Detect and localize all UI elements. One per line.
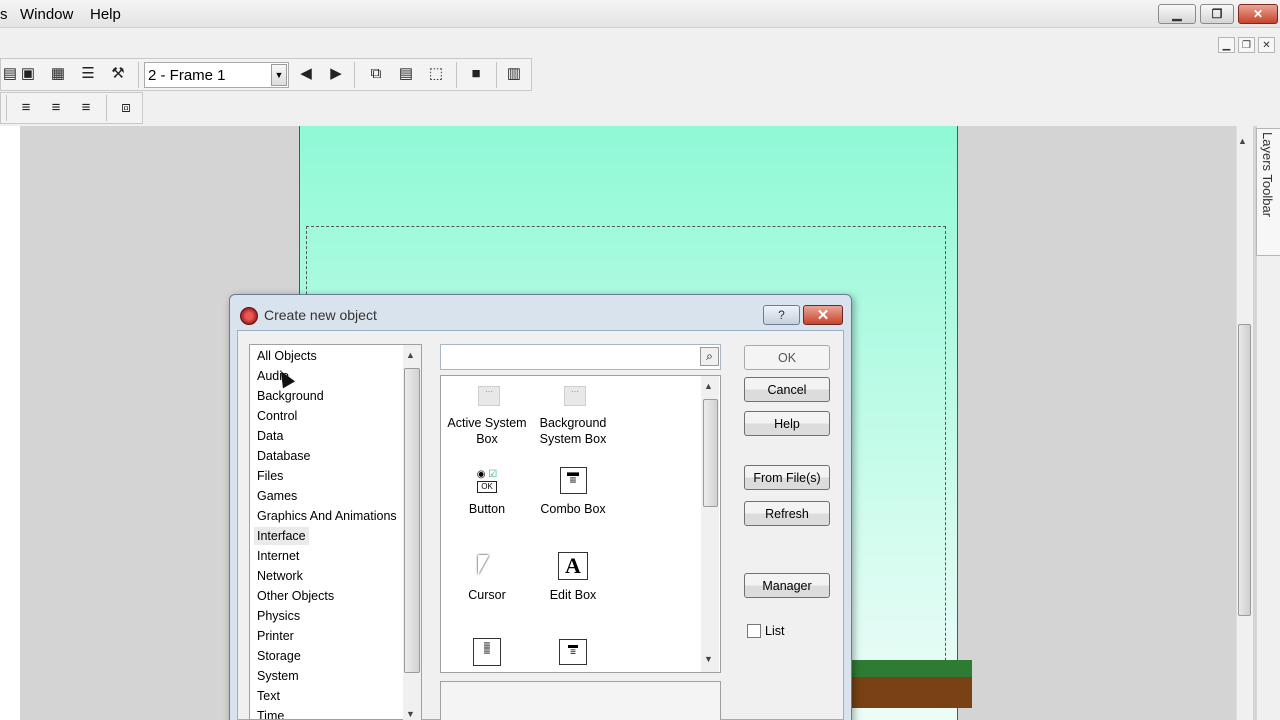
next-frame-icon[interactable]: ▶ <box>326 64 346 82</box>
object-grid-scroll-thumb[interactable] <box>703 399 718 507</box>
stop-icon[interactable]: ■ <box>466 64 486 82</box>
category-item[interactable]: All Objects <box>257 349 317 363</box>
restore-button[interactable]: ❐ <box>1200 4 1234 24</box>
menu-bar <box>0 28 1280 56</box>
dialog-help-button[interactable]: ? <box>763 305 800 325</box>
category-item[interactable]: Control <box>257 409 297 423</box>
previous-frame-icon[interactable]: ◀ <box>296 64 316 82</box>
scroll-down-arrow-icon[interactable]: ▼ <box>704 654 713 664</box>
refresh-button[interactable]: Refresh <box>744 501 830 526</box>
app-logo-icon <box>240 307 258 325</box>
toolbar-separator <box>354 62 355 88</box>
manager-button[interactable]: Manager <box>744 573 830 598</box>
object-label-line: Active System <box>447 416 527 430</box>
help-button[interactable]: Help <box>744 411 830 436</box>
object-label[interactable]: Active System Box <box>442 415 532 447</box>
mdi-restore-button[interactable]: ❐ <box>1238 37 1255 53</box>
frame-tool-2-icon[interactable]: ▤ <box>396 64 416 82</box>
category-item-selected[interactable]: Interface <box>254 527 309 545</box>
category-item[interactable]: Files <box>257 469 283 483</box>
list-view-label: List <box>765 624 785 638</box>
toolbar-separator <box>456 62 457 88</box>
frame-select[interactable]: 2 - Frame 1 <box>144 62 289 88</box>
toolbar-separator <box>138 62 139 88</box>
object-description-box <box>440 681 721 720</box>
editor-view-icon[interactable]: ▤ <box>0 64 20 82</box>
cursor-object-icon[interactable] <box>478 555 489 575</box>
category-item[interactable]: Database <box>257 449 311 463</box>
object-label-line: Background <box>539 416 607 430</box>
rich-edit-object-icon[interactable]: ▬ ≡ <box>558 638 588 666</box>
dialog-title: Create new object <box>264 307 377 323</box>
ok-button[interactable]: OK <box>744 345 830 370</box>
category-item[interactable]: Graphics And Animations <box>257 509 397 523</box>
category-item[interactable]: Games <box>257 489 297 503</box>
object-tools-icon[interactable]: ⚒ <box>108 64 128 82</box>
mdi-close-button[interactable]: ✕ <box>1258 37 1275 53</box>
active-system-box-icon[interactable]: ··· <box>474 382 504 410</box>
frame-tool-1-icon[interactable]: ⧉ <box>366 64 386 82</box>
cancel-button[interactable]: Cancel <box>744 377 830 402</box>
category-item[interactable]: Physics <box>257 609 300 623</box>
edit-box-icon[interactable]: A <box>558 552 588 580</box>
left-panel-strip <box>0 126 20 720</box>
toolbar-separator <box>496 62 497 88</box>
close-window-button[interactable]: ✕ <box>1238 4 1278 24</box>
object-label[interactable]: Edit Box <box>528 587 618 603</box>
category-item[interactable]: Text <box>257 689 280 703</box>
grid-view-icon[interactable]: ▦ <box>48 64 68 82</box>
button-object-icon[interactable]: ◉ ☑ OK <box>472 466 502 496</box>
category-item[interactable]: Storage <box>257 649 301 663</box>
frame-dropdown-arrow-icon[interactable]: ▼ <box>271 64 287 86</box>
category-item[interactable]: Printer <box>257 629 294 643</box>
list-object-icon[interactable]: ≡ ≡ <box>472 638 502 666</box>
align-left-icon[interactable]: ≡ <box>16 98 36 116</box>
list-view-checkbox[interactable] <box>747 624 761 638</box>
category-item[interactable]: Background <box>257 389 324 403</box>
fit-selection-icon[interactable]: ⧈ <box>116 98 136 116</box>
background-system-box-icon[interactable]: ··· <box>560 382 590 410</box>
scroll-down-arrow-icon[interactable]: ▼ <box>406 709 415 719</box>
scroll-up-arrow-icon[interactable]: ▲ <box>1238 136 1247 146</box>
layers-toolbar-label: Layers Toolbar <box>1260 132 1275 218</box>
category-item[interactable]: Data <box>257 429 283 443</box>
category-item[interactable]: Other Objects <box>257 589 334 603</box>
search-input[interactable] <box>440 344 721 370</box>
workspace-scroll-thumb[interactable] <box>1238 324 1251 616</box>
menu-window[interactable]: Window <box>20 6 73 23</box>
menu-item-fragment[interactable]: s <box>0 6 8 23</box>
from-files-button[interactable]: From File(s) <box>744 465 830 490</box>
ground-dirt-sprite[interactable] <box>852 677 972 708</box>
scroll-up-arrow-icon[interactable]: ▲ <box>704 381 713 391</box>
mdi-minimize-button[interactable]: ▁ <box>1218 37 1235 53</box>
toolbar-separator <box>6 95 7 121</box>
object-label[interactable]: Cursor <box>442 587 532 603</box>
category-scroll-thumb[interactable] <box>404 368 420 673</box>
combo-box-icon[interactable]: ▬ ≡ <box>558 466 588 494</box>
toolbar-separator <box>106 95 107 121</box>
object-label-line: System Box <box>539 432 607 446</box>
category-item[interactable]: Time <box>257 709 284 719</box>
list-view-icon[interactable]: ☰ <box>78 64 98 82</box>
category-list[interactable]: All Objects Audio Background Control Dat… <box>249 344 422 720</box>
search-icon[interactable]: ⌕ <box>700 347 719 366</box>
frame-editor-icon[interactable]: ▣ <box>18 64 38 82</box>
menu-help[interactable]: Help <box>90 6 121 23</box>
dialog-close-button[interactable]: ✕ <box>803 305 843 325</box>
object-label[interactable]: Combo Box <box>528 501 618 517</box>
object-label[interactable]: Background System Box <box>528 415 618 447</box>
ground-grass-sprite[interactable] <box>852 660 972 677</box>
frame-tool-3-icon[interactable]: ⬚ <box>426 64 446 82</box>
window-title-bar <box>0 0 1280 28</box>
object-label[interactable]: Button <box>442 501 532 517</box>
category-item[interactable]: Network <box>257 569 303 583</box>
film-strip-icon[interactable]: ▥ <box>504 64 524 82</box>
object-label-line: Box <box>476 432 498 446</box>
minimize-button[interactable]: ▁ <box>1158 4 1196 24</box>
scroll-up-arrow-icon[interactable]: ▲ <box>406 350 415 360</box>
align-right-icon[interactable]: ≡ <box>76 98 96 116</box>
align-center-icon[interactable]: ≡ <box>46 98 66 116</box>
category-item[interactable]: Internet <box>257 549 299 563</box>
category-item[interactable]: System <box>257 669 299 683</box>
